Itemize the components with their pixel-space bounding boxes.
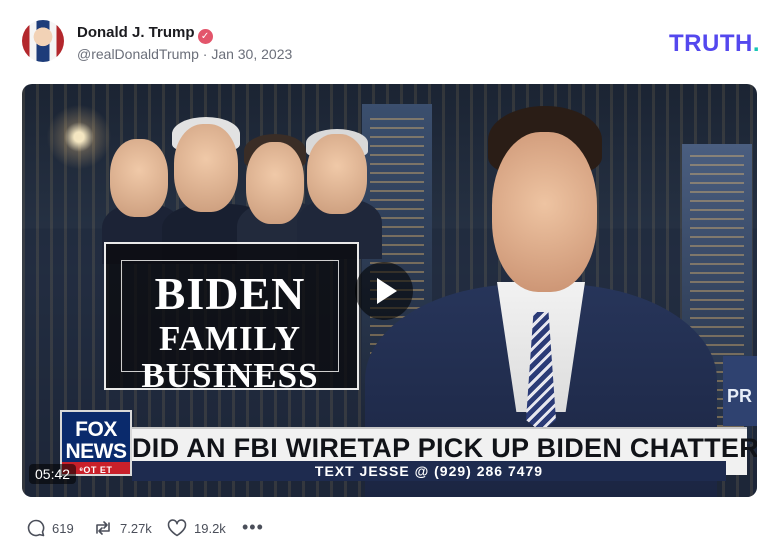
reply-icon — [26, 518, 46, 538]
author-name-row: Donald J. Trump ✓ — [77, 24, 213, 44]
video-light-flare — [44, 102, 114, 172]
play-button[interactable] — [355, 262, 413, 320]
reply-button[interactable]: 619 — [26, 515, 74, 541]
heart-icon — [166, 518, 188, 538]
post-header: Donald J. Trump ✓ @realDonaldTrump · Jan … — [22, 20, 760, 66]
retruth-button[interactable]: 7.27k — [92, 515, 152, 541]
reply-count: 619 — [52, 520, 74, 536]
chyron-subline-bar: TEXT JESSE @ (929) 286 7479 — [132, 461, 726, 481]
retruth-count: 7.27k — [120, 520, 152, 536]
author-handle[interactable]: @realDonaldTrump — [77, 46, 199, 62]
more-options-icon[interactable]: ••• — [242, 518, 264, 536]
biden-family-business-graphic: BIDEN FAMILY BUSINESS — [104, 242, 359, 395]
brand-name: TRUTH — [669, 30, 753, 57]
play-icon — [377, 278, 397, 304]
video-duration: 05:42 — [29, 464, 77, 484]
post-date[interactable]: Jan 30, 2023 — [211, 46, 292, 62]
like-count: 19.2k — [194, 520, 226, 536]
verified-badge-icon: ✓ — [197, 29, 213, 44]
author-meta: @realDonaldTrump · Jan 30, 2023 — [77, 46, 292, 62]
video-player[interactable]: BIDEN FAMILY BUSINESS PR DID AN FBI WIRE… — [22, 84, 757, 497]
chyron-subline: TEXT JESSE @ (929) 286 7479 — [314, 463, 544, 479]
background-screen-text: PR — [723, 356, 757, 426]
like-button[interactable]: 19.2k — [166, 515, 226, 541]
post-actions: 619 7.27k 19.2k ••• — [22, 515, 322, 543]
meta-separator: · — [202, 46, 208, 62]
chyron-headline: DID AN FBI WIRETAP PICK UP BIDEN CHATTER… — [132, 433, 757, 463]
author-display-name[interactable]: Donald J. Trump — [77, 24, 195, 41]
fox-logo-line-1: FOX — [75, 418, 117, 441]
avatar[interactable] — [22, 20, 64, 62]
graphic-line-3: BUSINESS — [141, 356, 319, 395]
retruth-icon — [92, 518, 114, 538]
fox-logo-line-2: NEWS — [65, 440, 128, 463]
brand-dot: . — [752, 30, 760, 57]
graphic-line-2: FAMILY — [158, 319, 302, 358]
graphic-line-1: BIDEN — [154, 268, 306, 319]
truth-logo[interactable]: TRUTH. — [669, 30, 760, 58]
